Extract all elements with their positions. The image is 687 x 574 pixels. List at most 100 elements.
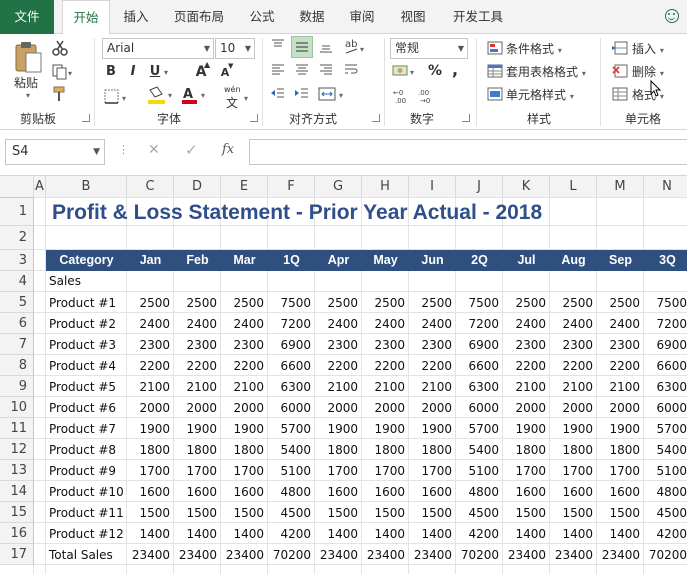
value-cell[interactable]: 1400 <box>503 527 546 541</box>
delete-cells-icon[interactable] <box>612 64 628 81</box>
row-label-cell[interactable]: Product #7 <box>49 422 116 436</box>
format-painter-icon[interactable] <box>52 86 68 105</box>
align-right-icon[interactable] <box>318 62 334 81</box>
orientation-icon[interactable]: ab ▾ <box>343 37 367 58</box>
value-cell[interactable]: 1800 <box>174 443 217 457</box>
value-cell[interactable]: 2200 <box>221 359 264 373</box>
value-cell[interactable]: 1600 <box>503 485 546 499</box>
row-header-12[interactable]: 12 <box>0 439 34 460</box>
align-left-icon[interactable] <box>270 62 286 81</box>
value-cell[interactable]: 2000 <box>174 401 217 415</box>
insert-cells-button[interactable]: 插入 ▾ <box>632 40 664 57</box>
column-header-l[interactable]: L <box>550 176 597 198</box>
delete-cells-button[interactable]: 删除 ▾ <box>632 63 664 80</box>
value-cell[interactable]: 2300 <box>550 338 593 352</box>
value-cell[interactable]: 1400 <box>362 527 405 541</box>
value-cell[interactable]: 2000 <box>597 401 640 415</box>
column-header-m[interactable]: M <box>597 176 644 198</box>
row-label-cell[interactable]: Product #1 <box>49 296 116 310</box>
value-cell[interactable]: 23400 <box>409 548 452 562</box>
value-cell[interactable]: 1700 <box>174 464 217 478</box>
value-cell[interactable]: 6300 <box>268 380 311 394</box>
value-cell[interactable]: 6900 <box>456 338 499 352</box>
header-cell-apr[interactable]: Apr <box>315 250 362 271</box>
row-header-2[interactable]: 2 <box>0 226 34 250</box>
value-cell[interactable]: 23400 <box>127 548 170 562</box>
row-header-17[interactable]: 17 <box>0 544 34 565</box>
value-cell[interactable]: 1600 <box>221 485 264 499</box>
align-middle-icon[interactable] <box>291 36 313 58</box>
value-cell[interactable]: 2100 <box>362 380 405 394</box>
tab-view[interactable]: 视图 <box>391 0 435 34</box>
accounting-format-icon[interactable]: ▾ <box>392 62 420 83</box>
header-cell-jul[interactable]: Jul <box>503 250 550 271</box>
value-cell[interactable]: 4200 <box>644 527 687 541</box>
row-header-9[interactable]: 9 <box>0 376 34 397</box>
value-cell[interactable]: 70200 <box>644 548 687 562</box>
row-header-8[interactable]: 8 <box>0 355 34 376</box>
value-cell[interactable]: 1400 <box>174 527 217 541</box>
clipboard-launcher-icon[interactable] <box>82 114 90 122</box>
value-cell[interactable]: 2000 <box>550 401 593 415</box>
copy-icon[interactable]: ▾ <box>52 64 74 83</box>
column-header-a[interactable]: A <box>34 176 46 198</box>
row-header-11[interactable]: 11 <box>0 418 34 439</box>
value-cell[interactable]: 1700 <box>127 464 170 478</box>
value-cell[interactable]: 2500 <box>127 296 170 310</box>
column-header-j[interactable]: J <box>456 176 503 198</box>
value-cell[interactable]: 1900 <box>127 422 170 436</box>
increase-decimal-icon[interactable]: ←0.00 <box>393 87 413 108</box>
value-cell[interactable]: 2400 <box>503 317 546 331</box>
wrap-text-icon[interactable] <box>343 62 359 81</box>
value-cell[interactable]: 1400 <box>550 527 593 541</box>
value-cell[interactable]: 6600 <box>456 359 499 373</box>
tab-review[interactable]: 审阅 <box>340 0 384 34</box>
cell-styles-icon[interactable] <box>487 87 503 104</box>
value-cell[interactable]: 2400 <box>597 317 640 331</box>
value-cell[interactable]: 1700 <box>409 464 452 478</box>
value-cell[interactable]: 23400 <box>362 548 405 562</box>
row-header-4[interactable]: 4 <box>0 271 34 292</box>
value-cell[interactable]: 2200 <box>550 359 593 373</box>
value-cell[interactable]: 2500 <box>362 296 405 310</box>
value-cell[interactable]: 1700 <box>221 464 264 478</box>
value-cell[interactable]: 2300 <box>362 338 405 352</box>
value-cell[interactable]: 2300 <box>409 338 452 352</box>
value-cell[interactable]: 6900 <box>268 338 311 352</box>
value-cell[interactable]: 1600 <box>597 485 640 499</box>
value-cell[interactable]: 7200 <box>456 317 499 331</box>
align-bottom-icon[interactable] <box>318 38 334 57</box>
value-cell[interactable]: 1500 <box>550 506 593 520</box>
header-cell-may[interactable]: May <box>362 250 409 271</box>
feedback-smiley-icon[interactable] <box>665 9 679 23</box>
value-cell[interactable]: 4800 <box>644 485 687 499</box>
value-cell[interactable]: 5400 <box>456 443 499 457</box>
value-cell[interactable]: 2200 <box>315 359 358 373</box>
value-cell[interactable]: 70200 <box>268 548 311 562</box>
value-cell[interactable]: 1600 <box>315 485 358 499</box>
align-center-icon[interactable] <box>294 62 310 81</box>
font-color-icon[interactable]: A ▾ <box>180 86 210 109</box>
value-cell[interactable]: 4800 <box>456 485 499 499</box>
value-cell[interactable]: 7200 <box>644 317 687 331</box>
value-cell[interactable]: 2000 <box>315 401 358 415</box>
value-cell[interactable]: 2100 <box>315 380 358 394</box>
value-cell[interactable]: 5700 <box>644 422 687 436</box>
value-cell[interactable]: 1600 <box>550 485 593 499</box>
value-cell[interactable]: 1600 <box>362 485 405 499</box>
value-cell[interactable]: 1500 <box>503 506 546 520</box>
value-cell[interactable]: 2400 <box>362 317 405 331</box>
value-cell[interactable]: 1700 <box>315 464 358 478</box>
value-cell[interactable]: 2300 <box>597 338 640 352</box>
value-cell[interactable]: 2100 <box>597 380 640 394</box>
row-label-cell[interactable]: Product #6 <box>49 401 116 415</box>
value-cell[interactable]: 6000 <box>456 401 499 415</box>
row-header-5[interactable]: 5 <box>0 292 34 313</box>
value-cell[interactable]: 1700 <box>597 464 640 478</box>
format-as-table-icon[interactable] <box>487 64 503 81</box>
insert-cells-icon[interactable] <box>612 41 628 58</box>
font-name-select[interactable]: Arial ▼ <box>102 38 214 59</box>
value-cell[interactable]: 23400 <box>221 548 264 562</box>
tab-formulas[interactable]: 公式 <box>240 0 284 34</box>
value-cell[interactable]: 2000 <box>503 401 546 415</box>
